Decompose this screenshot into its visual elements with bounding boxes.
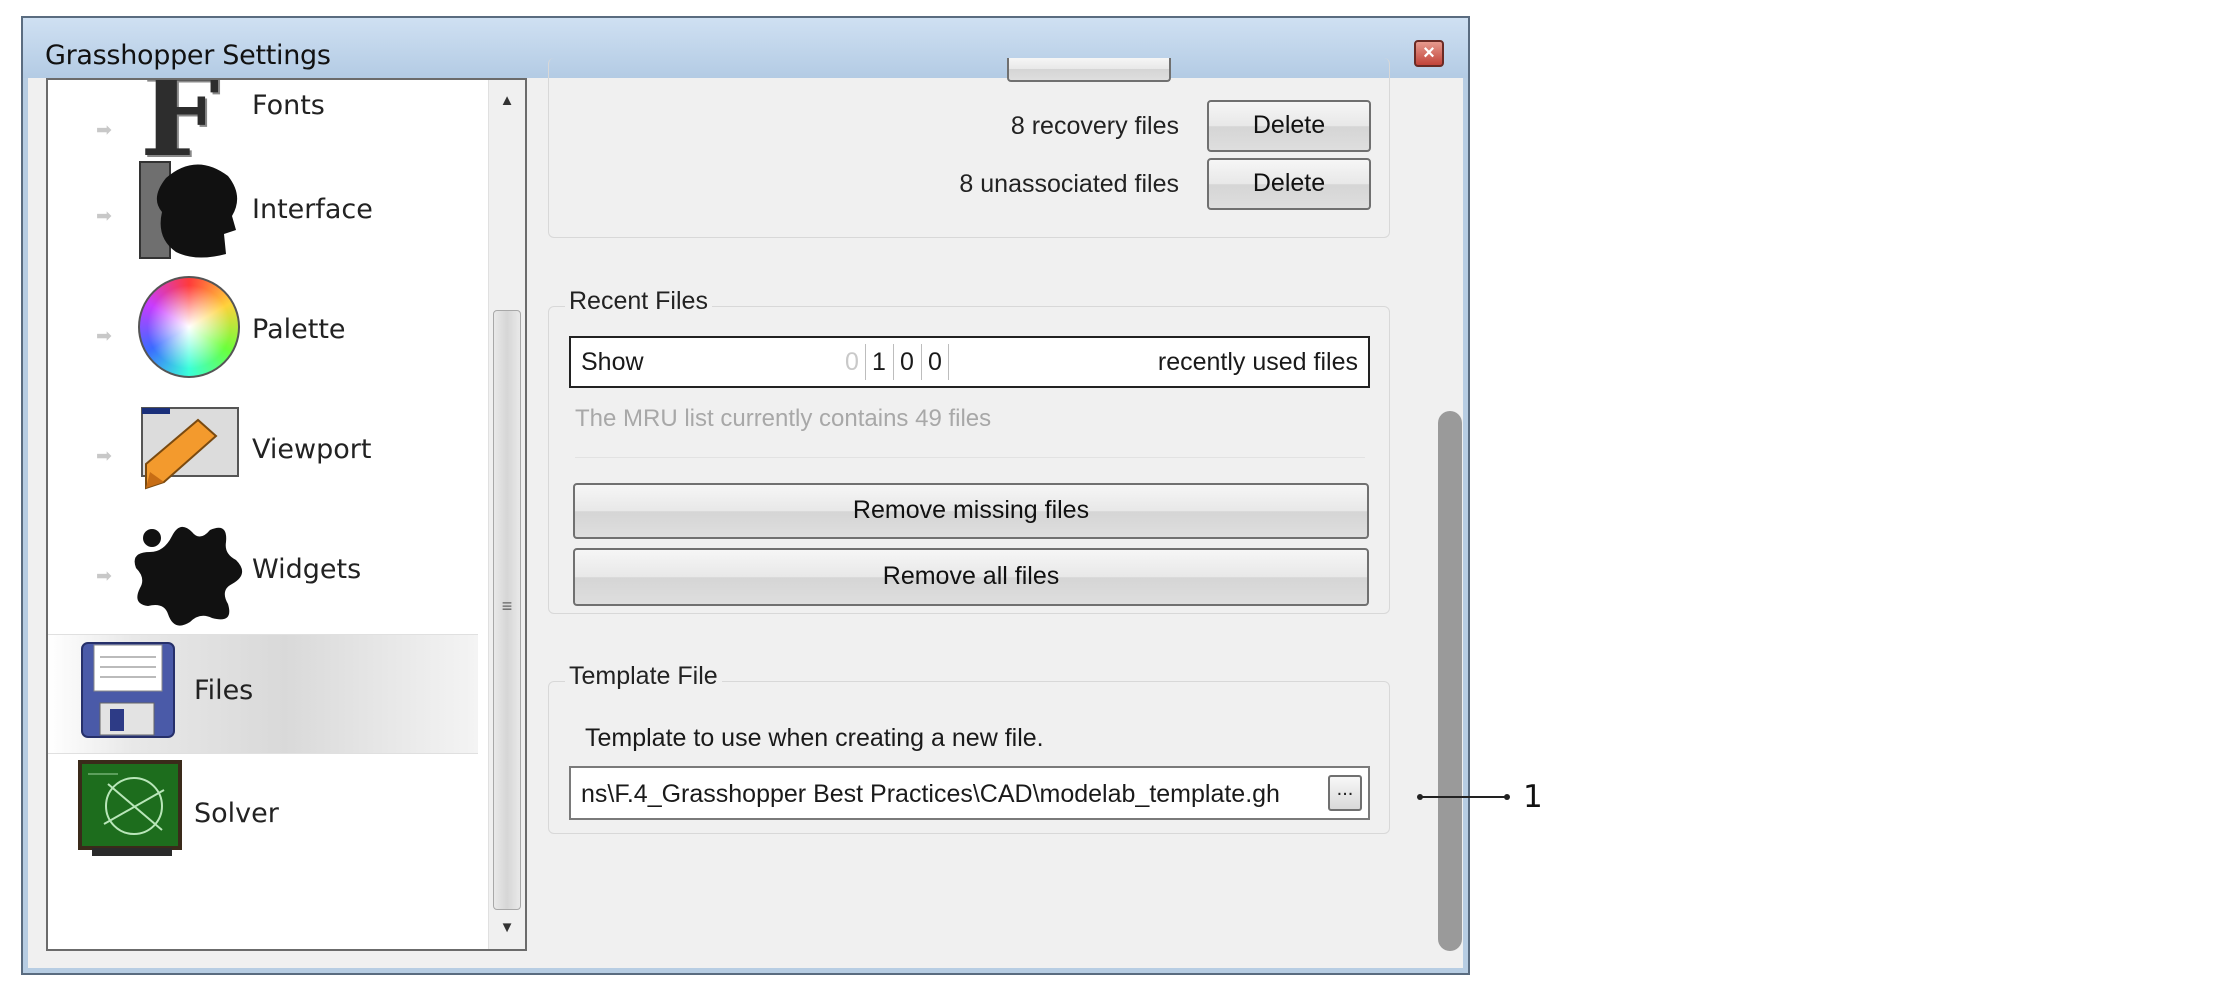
nav-scrollbar[interactable]: ▲ ≡ ▼ xyxy=(488,80,525,949)
recently-used-files-label: recently used files xyxy=(1157,348,1358,376)
template-file-group: Template File Template to use when creat… xyxy=(548,662,1390,834)
floppy-disk-icon xyxy=(80,641,176,744)
grip-icon: ≡ xyxy=(501,596,513,616)
arrow-icon: ➡ xyxy=(96,326,112,347)
show-label: Show xyxy=(581,348,644,376)
recovery-files-label: 8 recovery files xyxy=(1010,112,1179,140)
nav-item-widgets[interactable]: ➡ Widgets xyxy=(48,514,478,634)
nav-item-viewport[interactable]: ➡ Viewport xyxy=(48,394,478,514)
digit-hundreds[interactable]: 1 xyxy=(865,344,892,380)
partial-button[interactable] xyxy=(1007,58,1171,82)
right-panel-scroll-thumb[interactable] xyxy=(1438,411,1462,951)
nav-item-palette[interactable]: ➡ Palette xyxy=(48,274,478,394)
template-description: Template to use when creating a new file… xyxy=(585,724,1044,752)
digit-ones[interactable]: 0 xyxy=(921,344,949,380)
delete-unassociated-button[interactable]: Delete xyxy=(1207,158,1371,210)
unassociated-files-label: 8 unassociated files xyxy=(959,170,1179,198)
palette-icon xyxy=(138,276,240,378)
client-area: ➡ F Fonts ➡ Interface ➡ Palette ➡ Viewpo… xyxy=(28,58,1463,968)
callout-number: 1 xyxy=(1523,779,1543,815)
callout-dot-left xyxy=(1417,794,1423,800)
scroll-down-arrow-icon[interactable]: ▼ xyxy=(489,911,525,945)
template-path-field[interactable]: ns\F.4_Grasshopper Best Practices\CAD\mo… xyxy=(569,766,1370,820)
autosave-group: 8 recovery files Delete 8 unassociated f… xyxy=(548,58,1390,238)
arrow-icon: ➡ xyxy=(96,206,112,227)
widgets-icon xyxy=(132,518,248,635)
mru-info-text: The MRU list currently contains 49 files xyxy=(575,405,992,432)
nav-label-viewport: Viewport xyxy=(252,434,372,465)
nav-label-fonts: Fonts xyxy=(252,90,325,121)
divider xyxy=(575,457,1365,458)
nav-label-palette: Palette xyxy=(252,314,346,345)
browse-button[interactable]: ... xyxy=(1328,775,1362,811)
arrow-icon: ➡ xyxy=(96,566,112,587)
interface-icon xyxy=(136,158,246,267)
nav-label-interface: Interface xyxy=(252,194,373,225)
nav-item-files[interactable]: Files xyxy=(48,634,478,754)
recent-files-legend: Recent Files xyxy=(565,287,712,316)
recent-files-group: Recent Files Show 0 1 0 0 recently used … xyxy=(548,287,1390,614)
close-icon: × xyxy=(1423,42,1435,64)
digit-tens[interactable]: 0 xyxy=(893,344,920,380)
nav-item-interface[interactable]: ➡ Interface xyxy=(48,154,478,274)
scroll-up-arrow-icon[interactable]: ▲ xyxy=(489,84,525,118)
remove-all-files-button[interactable]: Remove all files xyxy=(573,548,1369,606)
viewport-icon xyxy=(140,406,244,501)
solver-icon xyxy=(78,760,184,863)
arrow-icon: ➡ xyxy=(96,446,112,467)
callout-dot-right xyxy=(1504,794,1510,800)
window-title: Grasshopper Settings xyxy=(45,40,331,71)
nav-label-widgets: Widgets xyxy=(252,554,362,585)
delete-recovery-button[interactable]: Delete xyxy=(1207,100,1371,152)
arrow-icon: ➡ xyxy=(96,120,112,141)
nav-scroll-thumb[interactable]: ≡ xyxy=(493,310,521,910)
template-path-value[interactable]: ns\F.4_Grasshopper Best Practices\CAD\mo… xyxy=(581,780,1321,809)
remove-missing-files-button[interactable]: Remove missing files xyxy=(573,483,1369,539)
template-file-legend: Template File xyxy=(565,662,722,691)
callout-line xyxy=(1420,796,1507,798)
mru-count-spinner[interactable]: Show 0 1 0 0 recently used files xyxy=(569,336,1370,388)
digit-thousands[interactable]: 0 xyxy=(839,344,865,380)
settings-window: Grasshopper Settings × ➡ F Fonts ➡ Inter… xyxy=(21,16,1470,975)
close-button[interactable]: × xyxy=(1414,40,1444,67)
nav-item-solver[interactable]: Solver xyxy=(48,754,478,874)
nav-label-files: Files xyxy=(194,675,254,706)
nav-label-solver: Solver xyxy=(194,798,279,829)
settings-nav-panel: ➡ F Fonts ➡ Interface ➡ Palette ➡ Viewpo… xyxy=(46,78,527,951)
